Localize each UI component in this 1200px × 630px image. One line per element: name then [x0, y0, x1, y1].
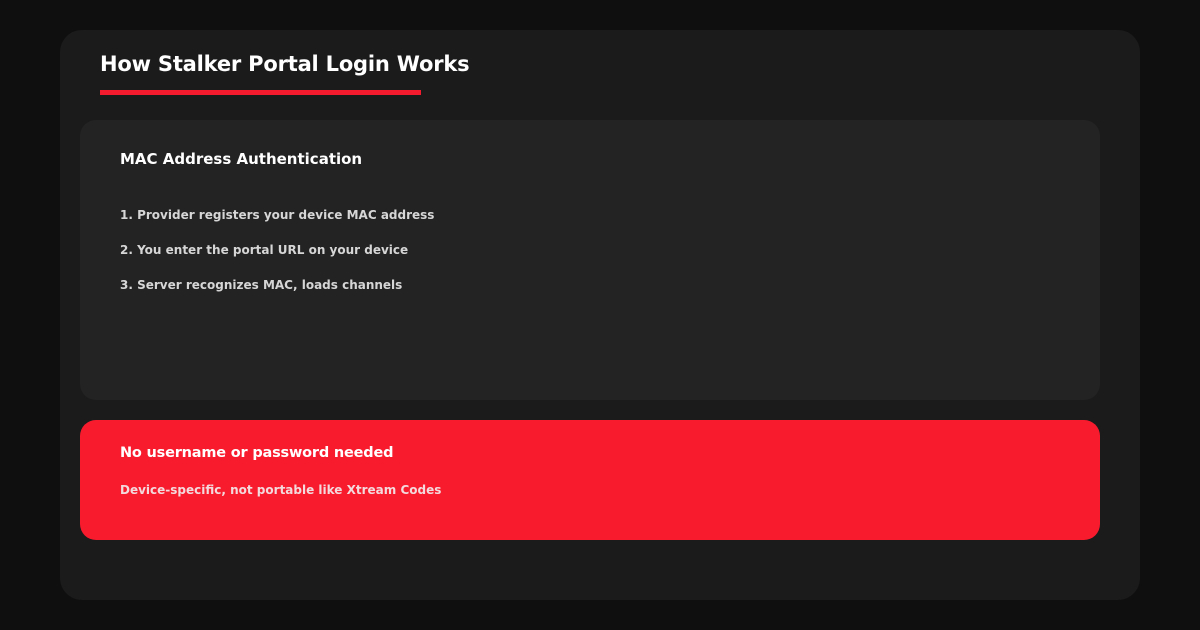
page-title: How Stalker Portal Login Works [100, 52, 470, 76]
step-item: 2. You enter the portal URL on your devi… [120, 243, 409, 257]
mac-auth-card: MAC Address Authentication 1. Provider r… [80, 120, 1100, 400]
banner-title: No username or password needed [120, 445, 394, 461]
no-credentials-banner: No username or password needed Device-sp… [80, 420, 1100, 540]
main-panel: How Stalker Portal Login Works MAC Addre… [60, 30, 1140, 600]
steps-list: 1. Provider registers your device MAC ad… [120, 208, 434, 313]
step-item: 1. Provider registers your device MAC ad… [120, 208, 435, 222]
step-item: 3. Server recognizes MAC, loads channels [120, 278, 403, 292]
title-underline [100, 90, 421, 95]
banner-subtitle: Device-specific, not portable like Xtrea… [120, 483, 442, 497]
card-title: MAC Address Authentication [120, 150, 363, 168]
